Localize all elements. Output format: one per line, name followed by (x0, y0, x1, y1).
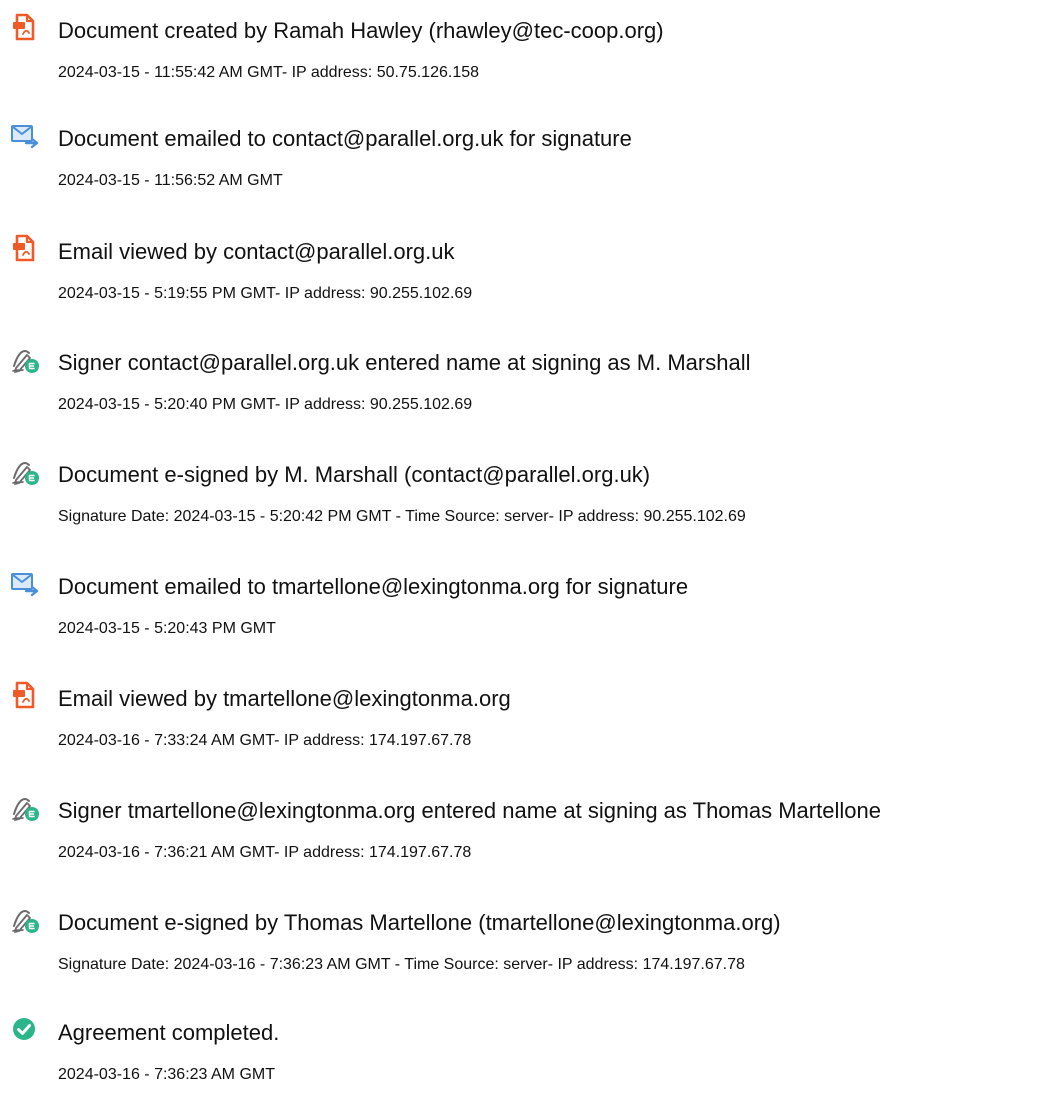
email-send-icon (10, 568, 40, 598)
timeline-event: Document emailed to tmartellone@lexingto… (0, 564, 1054, 664)
event-detail: Signature Date: 2024-03-15 - 5:20:42 PM … (58, 508, 746, 525)
timeline-event: Agreement completed. 2024-03-16 - 7:36:2… (0, 1010, 1054, 1110)
event-detail: 2024-03-15 - 5:20:43 PM GMT (58, 620, 276, 637)
pen-signature-icon (10, 344, 40, 374)
event-title: Document e-signed by M. Marshall (contac… (58, 462, 651, 487)
email-send-icon (10, 120, 40, 150)
event-detail: 2024-03-15 - 11:56:52 AM GMT (58, 172, 283, 189)
pen-signature-icon (10, 792, 40, 822)
event-detail: 2024-03-15 - 11:55:42 AM GMT- IP address… (58, 64, 480, 81)
pen-signature-icon (10, 456, 40, 486)
event-title: Signer contact@parallel.org.uk entered n… (58, 350, 751, 375)
event-title: Document emailed to contact@parallel.org… (58, 126, 632, 151)
event-detail: 2024-03-16 - 7:36:21 AM GMT- IP address:… (58, 844, 472, 861)
pen-signature-icon (10, 904, 40, 934)
event-detail: 2024-03-16 - 7:33:24 AM GMT- IP address:… (58, 732, 472, 749)
event-title: Signer tmartellone@lexingtonma.org enter… (58, 798, 881, 823)
event-title: Email viewed by contact@parallel.org.uk (58, 239, 455, 264)
document-icon (10, 680, 40, 710)
timeline-event: Email viewed by contact@parallel.org.uk … (0, 229, 1054, 329)
event-title: Document e-signed by Thomas Martellone (… (58, 910, 781, 935)
event-detail: 2024-03-15 - 5:20:40 PM GMT- IP address:… (58, 396, 473, 413)
timeline-event: Document created by Ramah Hawley (rhawle… (0, 8, 1054, 108)
timeline-event: Signer contact@parallel.org.uk entered n… (0, 340, 1054, 440)
document-icon (10, 233, 40, 263)
event-title: Email viewed by tmartellone@lexingtonma.… (58, 686, 511, 711)
document-icon (10, 12, 40, 42)
event-detail: 2024-03-15 - 5:19:55 PM GMT- IP address:… (58, 285, 473, 302)
timeline-event: Signer tmartellone@lexingtonma.org enter… (0, 788, 1054, 888)
timeline-event: Document e-signed by Thomas Martellone (… (0, 900, 1054, 1000)
event-detail: Signature Date: 2024-03-16 - 7:36:23 AM … (58, 956, 745, 973)
timeline-event: Document e-signed by M. Marshall (contac… (0, 452, 1054, 552)
event-title: Document created by Ramah Hawley (rhawle… (58, 18, 664, 43)
timeline-event: Email viewed by tmartellone@lexingtonma.… (0, 676, 1054, 776)
event-title: Document emailed to tmartellone@lexingto… (58, 574, 689, 599)
timeline-event: Document emailed to contact@parallel.org… (0, 116, 1054, 216)
event-title: Agreement completed. (58, 1020, 280, 1045)
checkmark-circle-icon (10, 1014, 40, 1044)
event-detail: 2024-03-16 - 7:36:23 AM GMT (58, 1066, 275, 1083)
